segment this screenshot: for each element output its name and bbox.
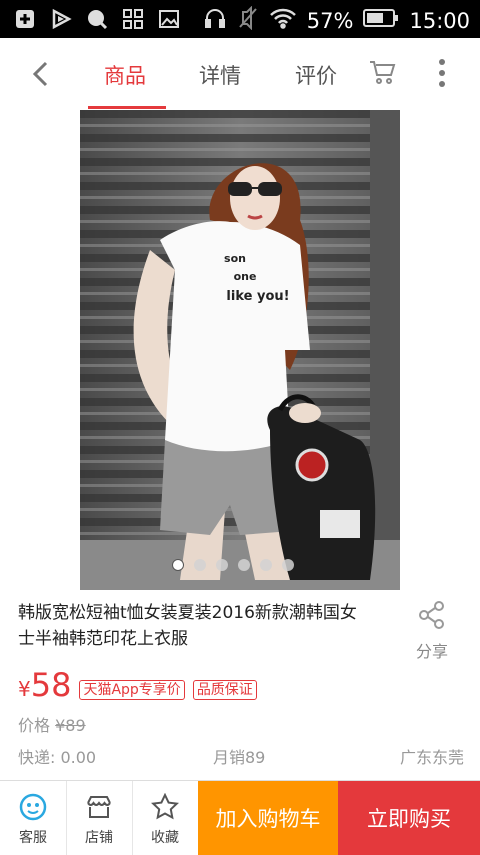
add-to-cart-button[interactable]: 加入购物车	[198, 781, 338, 855]
favorite-label: 收藏	[151, 830, 179, 846]
product-image-carousel[interactable]: son one like you!	[0, 110, 480, 590]
top-nav: 商品 详情 评价	[0, 38, 480, 111]
current-price: ¥58	[18, 668, 71, 706]
tab-product[interactable]: 商品	[104, 60, 146, 90]
quality-guarantee-badge: 品质保证	[192, 680, 257, 700]
carousel-dot[interactable]	[282, 559, 294, 571]
original-price-value: ¥89	[55, 716, 86, 735]
more-options-icon[interactable]	[432, 56, 452, 90]
carousel-dot[interactable]	[194, 559, 206, 571]
original-price: 价格 ¥89	[18, 712, 86, 736]
shop-label: 店铺	[85, 830, 113, 846]
status-bar: 57% 15:00	[0, 0, 480, 38]
search-globe-icon	[86, 8, 108, 30]
shopping-cart-icon[interactable]	[368, 58, 396, 90]
battery-icon	[363, 8, 399, 33]
play-icon	[50, 8, 72, 30]
price-value: 58	[30, 666, 72, 704]
product-title: 韩版宽松短袖t恤女装夏装2016新款潮韩国女士半袖韩范印花上衣服	[18, 603, 357, 649]
price-row: ¥58 天猫App专享价 品质保证	[18, 668, 257, 706]
share-button[interactable]: 分享	[408, 600, 456, 662]
battery-percent: 57%	[306, 8, 354, 33]
clock-time: 15:00	[409, 8, 470, 33]
currency-symbol: ¥	[18, 677, 31, 701]
headset-icon	[203, 6, 227, 35]
customer-service-button[interactable]: 客服	[0, 781, 67, 855]
customer-service-icon	[19, 793, 47, 821]
favorite-button[interactable]: 收藏	[132, 781, 199, 855]
mute-icon	[237, 5, 259, 35]
monthly-sales: 月销89	[213, 748, 266, 767]
ship-from-location: 广东东莞	[399, 748, 464, 767]
active-tab-indicator	[88, 106, 166, 109]
original-price-label: 价格	[18, 716, 51, 735]
product-info: 韩版宽松短袖t恤女装夏装2016新款潮韩国女士半袖韩范印花上衣服 分享 ¥58 …	[0, 590, 480, 780]
carousel-dot[interactable]	[238, 559, 250, 571]
shirt-print-text-2: one	[234, 270, 257, 283]
share-label: 分享	[415, 642, 448, 661]
image-icon	[158, 8, 180, 30]
shipping-fee: 快递: 0.00	[18, 748, 97, 767]
bottom-action-bar: 客服 店铺 收藏 加入购物车 立即购买	[0, 780, 480, 855]
share-icon	[418, 601, 446, 634]
add-square-icon	[14, 8, 36, 30]
carousel-dot[interactable]	[216, 559, 228, 571]
notification-icons	[14, 8, 180, 30]
carousel-indicators	[172, 559, 294, 571]
back-arrow-icon[interactable]	[26, 58, 58, 90]
product-photo: son one like you!	[80, 110, 400, 590]
customer-service-label: 客服	[19, 830, 47, 846]
star-icon	[150, 792, 180, 821]
shirt-print-text-1: son	[224, 252, 246, 265]
shirt-print-text-3: like you!	[226, 289, 289, 304]
tab-reviews[interactable]: 评价	[295, 60, 337, 90]
apps-grid-icon	[122, 8, 144, 30]
shop-icon	[85, 793, 113, 821]
carousel-dot[interactable]	[172, 559, 184, 571]
wifi-icon	[269, 7, 297, 34]
shop-button[interactable]: 店铺	[66, 781, 133, 855]
buy-now-button[interactable]: 立即购买	[338, 781, 480, 855]
tab-details[interactable]: 详情	[199, 60, 241, 90]
system-indicators: 57% 15:00	[203, 5, 470, 35]
app-exclusive-badge: 天猫App专享价	[79, 680, 185, 700]
carousel-dot[interactable]	[260, 559, 272, 571]
